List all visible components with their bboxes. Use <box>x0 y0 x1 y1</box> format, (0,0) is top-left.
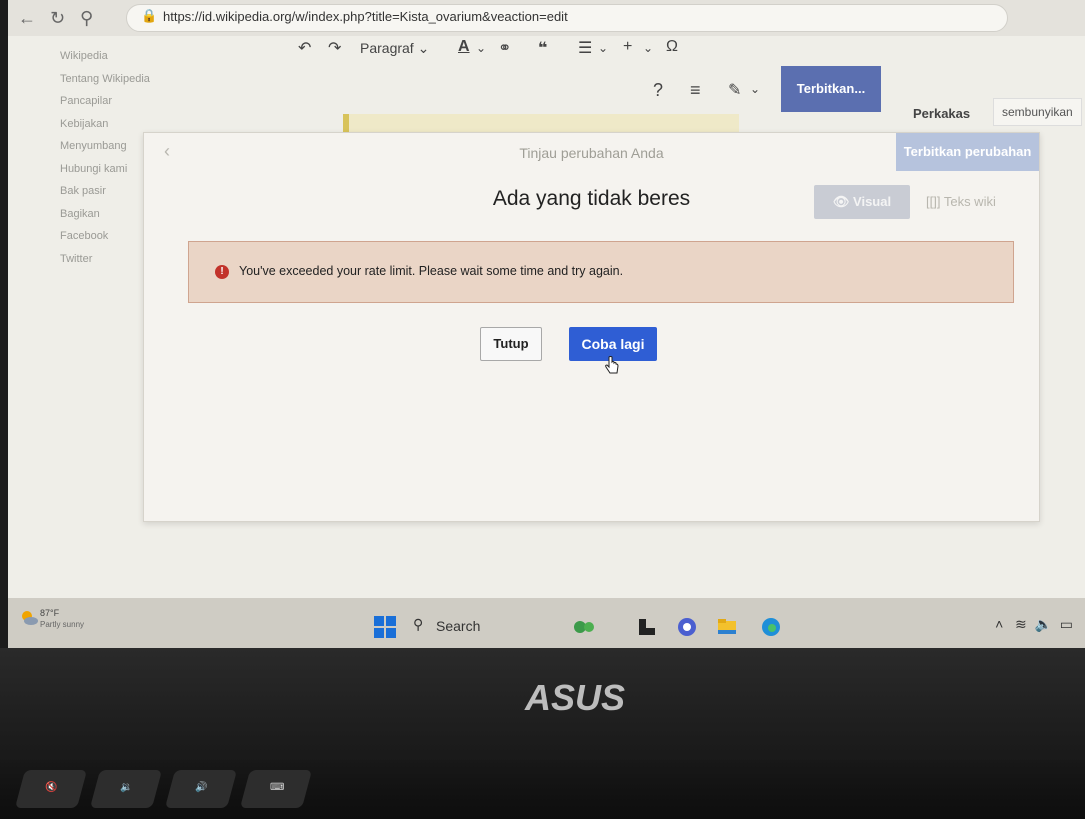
keyboard <box>0 760 1085 819</box>
publish-changes-button[interactable]: Terbitkan perubahan <box>896 133 1039 171</box>
address-bar-url[interactable]: https://id.wikipedia.org/w/index.php?tit… <box>163 9 568 24</box>
wikitext-mode-button[interactable]: [[]] Teks wiki <box>926 185 996 219</box>
system-tray[interactable]: ˄ ≋ 🔈 ▭ <box>995 616 1073 633</box>
link-icon[interactable]: ⚭ <box>498 38 511 58</box>
task-view-icon[interactable] <box>636 616 658 638</box>
wikitext-mode-label: Teks wiki <box>943 194 996 209</box>
error-icon: ! <box>215 265 229 279</box>
article-text-background <box>273 528 873 582</box>
visual-mode-label: Visual <box>853 194 892 209</box>
asus-logo: ASUS <box>524 677 625 718</box>
paragraph-label: Paragraf <box>360 40 414 56</box>
back-arrow-icon[interactable]: ← <box>18 8 36 29</box>
chevron-down-icon[interactable]: ⌄ <box>476 41 486 55</box>
volume-down-icon: 🔉 <box>120 782 133 793</box>
windows-start-icon[interactable] <box>374 616 396 638</box>
hide-tools-button[interactable]: sembunyikan <box>993 98 1082 126</box>
menu-icon[interactable]: ≡ <box>690 80 701 101</box>
volume-up-icon: 🔊 <box>195 782 208 793</box>
quote-icon[interactable]: ❝ <box>538 38 547 58</box>
chevron-up-icon[interactable]: ˄ <box>995 616 1003 632</box>
hand-cursor-icon <box>605 356 619 374</box>
undo-icon[interactable]: ↶ <box>298 38 311 58</box>
tools-heading: Perkakas <box>913 106 971 121</box>
help-icon[interactable]: ? <box>653 80 663 101</box>
sidebar-item-pillars[interactable]: Pancapilar <box>60 90 170 113</box>
paragraph-dropdown[interactable]: Paragraf ⌄ <box>360 40 429 57</box>
highlight-bar <box>343 114 739 132</box>
error-message: You've exceeded your rate limit. Please … <box>239 264 624 278</box>
insert-icon[interactable]: + <box>623 38 632 56</box>
mute-icon: 🔇 <box>45 782 58 793</box>
windows-taskbar: 87°F Partly sunny ⚲ Search ˄ ≋ 🔈 ▭ <box>8 598 1085 648</box>
wifi-icon[interactable]: ≋ <box>1015 616 1027 632</box>
file-explorer-icon[interactable] <box>716 616 738 638</box>
pencil-icon[interactable]: ✎ <box>728 80 741 100</box>
text-style-icon[interactable]: A <box>458 38 470 56</box>
visual-mode-button[interactable]: 👁 Visual <box>814 185 910 219</box>
chevron-down-icon[interactable]: ⌄ <box>598 41 608 55</box>
asus-logo-text: ASUS <box>524 677 625 718</box>
reload-icon[interactable]: ↻ <box>50 8 65 29</box>
brackets-icon: [[]] <box>926 194 941 209</box>
keyboard-icon: ⌨ <box>270 782 285 793</box>
taskbar-search-icon[interactable]: ⚲ <box>413 616 423 633</box>
weather-description[interactable]: Partly sunny <box>40 620 84 629</box>
sidebar-item-wikipedia[interactable]: Wikipedia <box>60 45 170 68</box>
publish-button[interactable]: Terbitkan... <box>781 66 881 112</box>
weather-temperature[interactable]: 87°F <box>40 608 59 618</box>
chevron-down-icon[interactable]: ⌄ <box>750 82 760 96</box>
volume-icon[interactable]: 🔈 <box>1035 616 1052 632</box>
redo-icon[interactable]: ↷ <box>328 38 341 58</box>
eye-icon: 👁 <box>832 194 850 209</box>
close-button[interactable]: Tutup <box>480 327 542 361</box>
edge-browser-icon[interactable] <box>760 616 782 638</box>
chevron-down-icon[interactable]: ⌄ <box>643 41 653 55</box>
error-message-box: ! You've exceeded your rate limit. Pleas… <box>188 241 1014 303</box>
battery-icon[interactable]: ▭ <box>1060 616 1073 632</box>
weather-sun-cloud-icon <box>22 611 38 625</box>
browser-toolbar: ← ↻ ⚲ 🔒 https://id.wikipedia.org/w/index… <box>8 0 1085 36</box>
review-changes-dialog: ‹ Tinjau perubahan Anda Terbitkan peruba… <box>143 132 1040 522</box>
search-icon[interactable]: ⚲ <box>80 8 93 29</box>
taskbar-search-label[interactable]: Search <box>436 618 480 634</box>
widget-app-icon[interactable] <box>573 616 595 638</box>
sidebar-item-about[interactable]: Tentang Wikipedia <box>60 68 170 91</box>
screen: ← ↻ ⚲ 🔒 https://id.wikipedia.org/w/index… <box>8 0 1085 648</box>
chat-app-icon[interactable] <box>676 616 698 638</box>
lock-icon: 🔒 <box>141 8 158 23</box>
special-character-icon[interactable]: Ω <box>666 38 678 56</box>
list-icon[interactable]: ☰ <box>578 38 592 58</box>
